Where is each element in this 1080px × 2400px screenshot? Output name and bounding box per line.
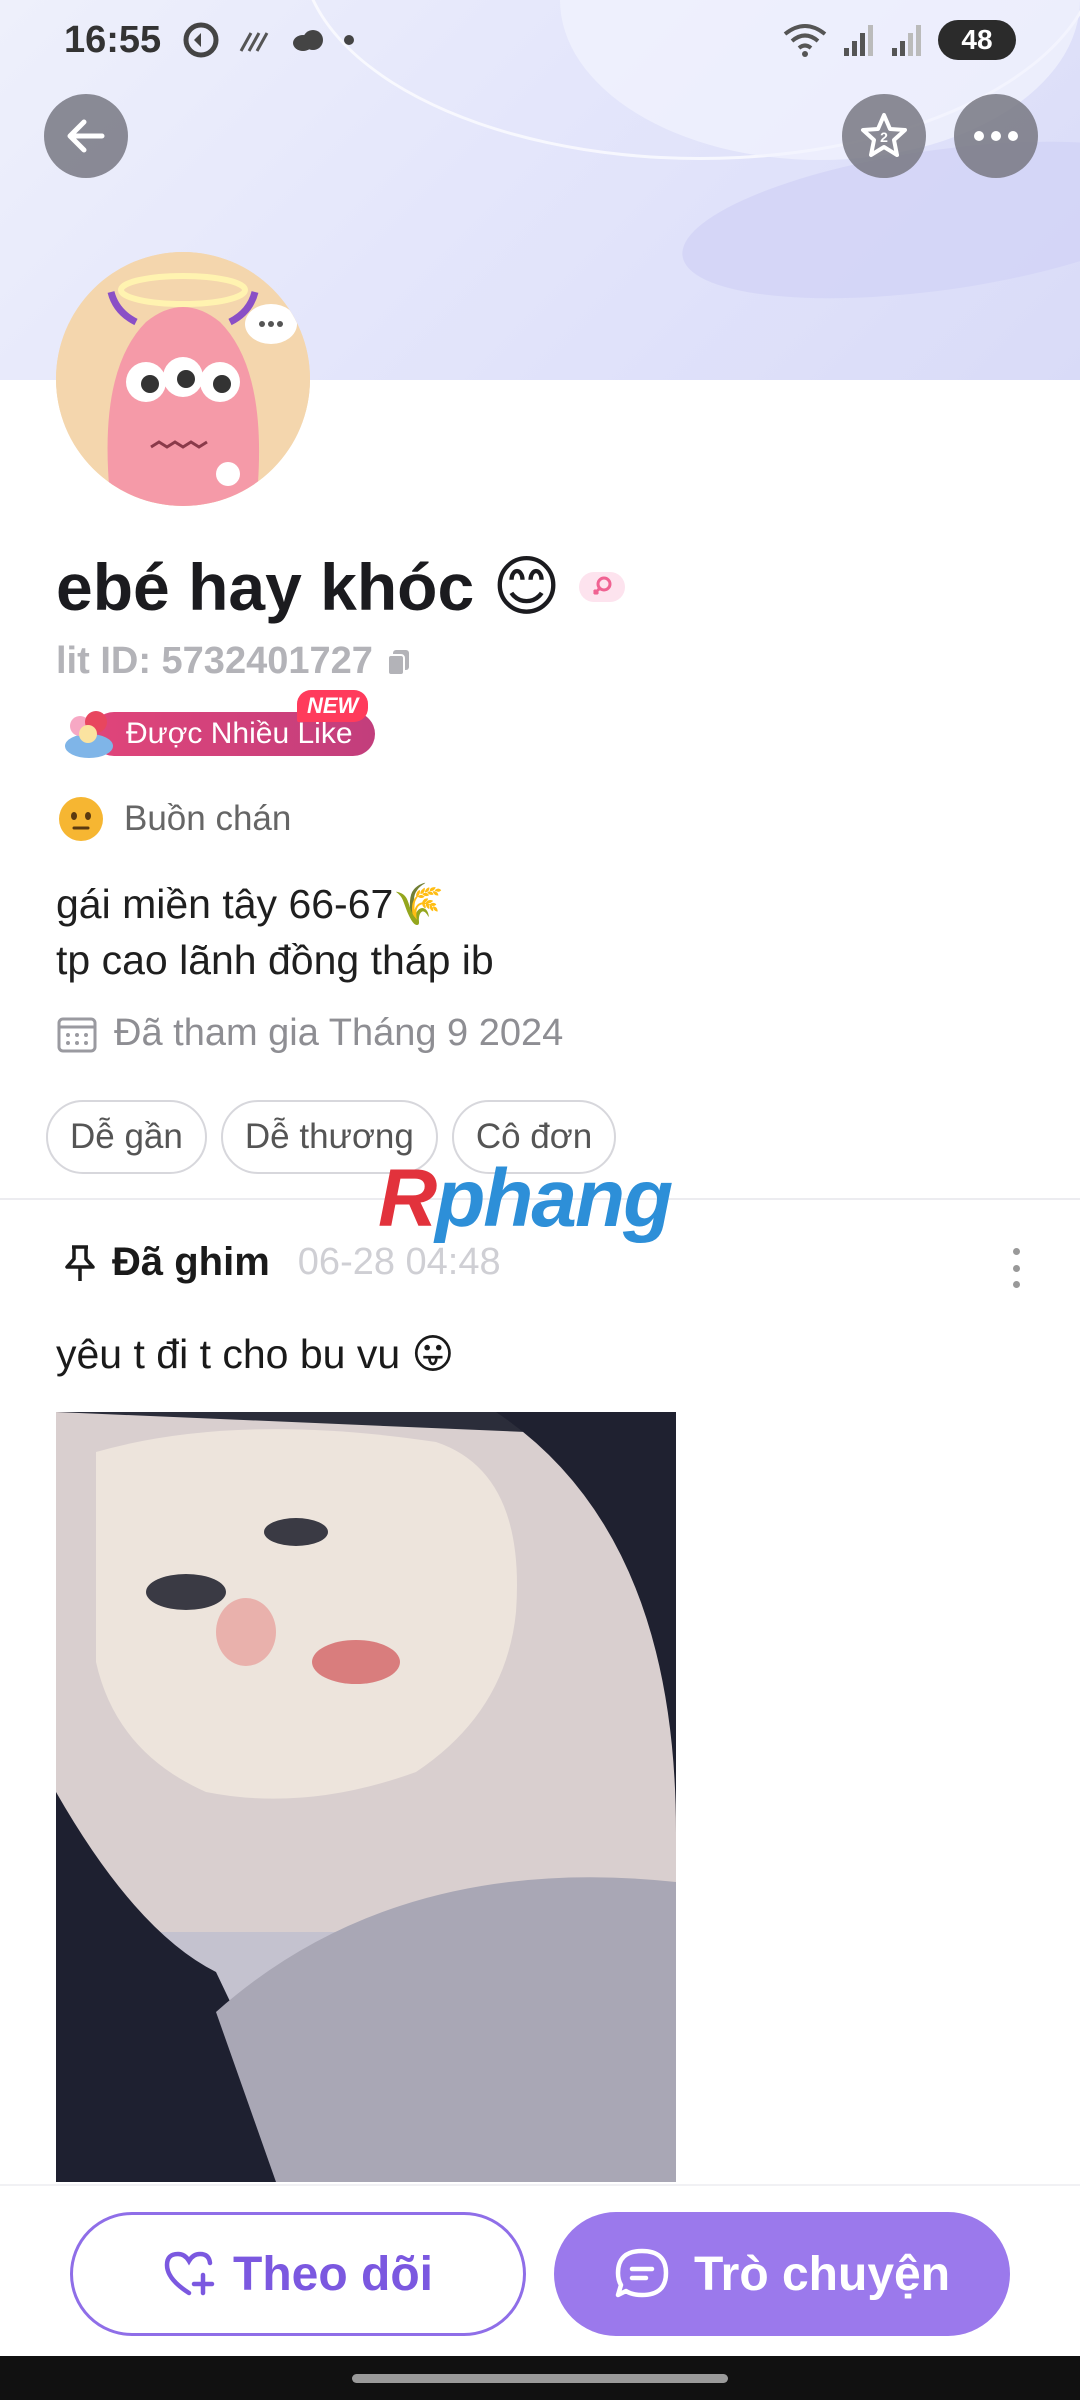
name-emoji: 😊 [492,548,561,625]
bio-line-1: gái miền tây 66-67🌾 [56,881,445,927]
calendar-icon [57,1017,97,1052]
star-icon: 2 [861,113,907,157]
watermark-logo: Rphang [378,1152,673,1246]
new-tag: NEW [297,690,369,722]
post-timestamp: 06-28 04:48 [297,1241,501,1283]
mood-row: Buồn chán [58,796,291,842]
signal-lines-icon [239,32,269,52]
post-more-icon[interactable] [1006,1248,1026,1288]
battery-level: 48 [961,24,993,55]
female-icon [592,576,612,595]
bored-face-icon [59,797,103,841]
arrow-left-icon [67,119,105,153]
status-bar: 16:55 48 [0,0,1080,80]
follow-button[interactable]: Theo dõi [70,2212,526,2336]
signal-icon-2 [892,25,921,56]
selfie-photo [56,1412,676,2182]
gender-badge [578,571,625,602]
back-button[interactable] [44,94,128,178]
pin-icon [65,1244,95,1281]
svg-text:2: 2 [880,129,888,145]
flower-basket-icon [65,711,113,758]
pinned-label: Đã ghim [112,1240,270,1284]
status-time: 16:55 [64,18,162,61]
bio-line-2: tp cao lãnh đồng tháp ib [56,937,494,983]
more-options-button[interactable] [954,94,1038,178]
bio: gái miền tây 66-67🌾 tp cao lãnh đồng thá… [56,876,494,988]
joined-text: Đã tham gia Tháng 9 2024 [114,1012,564,1054]
status-notification-icons [183,22,355,58]
wifi-icon [783,24,827,57]
pinned-post-header: Đã ghim 06-28 04:48 [62,1240,501,1285]
home-indicator[interactable] [352,2374,728,2383]
avatar[interactable] [56,252,310,506]
joined-row: Đã tham gia Tháng 9 2024 [56,1012,563,1055]
watermark-part-2: phang [435,1153,673,1244]
profile-name-row: ebé hay khóc 😊 [56,548,625,625]
copy-icon[interactable] [383,646,415,678]
heart-plus-icon [164,2251,215,2296]
chat-bubble-icon [615,2248,669,2298]
follow-label: Theo dõi [233,2247,433,2301]
lit-id: lit ID: 5732401727 [56,640,373,682]
dot-icon [344,35,355,45]
mood-text: Buồn chán [124,799,292,838]
post-text: yêu t đi t cho bu vu 😛 [56,1331,455,1377]
post-image[interactable] [56,1412,676,2182]
tag-item[interactable]: Dễ gần [46,1100,207,1174]
favorite-button[interactable]: 2 [842,94,926,178]
monster-avatar-icon [56,252,310,506]
more-horizontal-icon [974,131,1018,141]
profile-name: ebé hay khóc [56,549,475,624]
bottom-action-bar: Theo dõi Trò chuyện [0,2184,1080,2356]
signal-icon-1 [844,25,873,56]
lit-id-row: lit ID: 5732401727 [56,640,415,683]
system-navigation-bar [0,2356,1080,2400]
battery-indicator: 48 [938,20,1016,60]
status-system-icons: 48 [782,20,1016,60]
app-notification-icon [183,22,219,58]
chat-button[interactable]: Trò chuyện [554,2212,1010,2336]
chat-label: Trò chuyện [693,2247,951,2301]
cloud-icon [293,30,324,51]
watermark-part-1: R [378,1153,437,1244]
